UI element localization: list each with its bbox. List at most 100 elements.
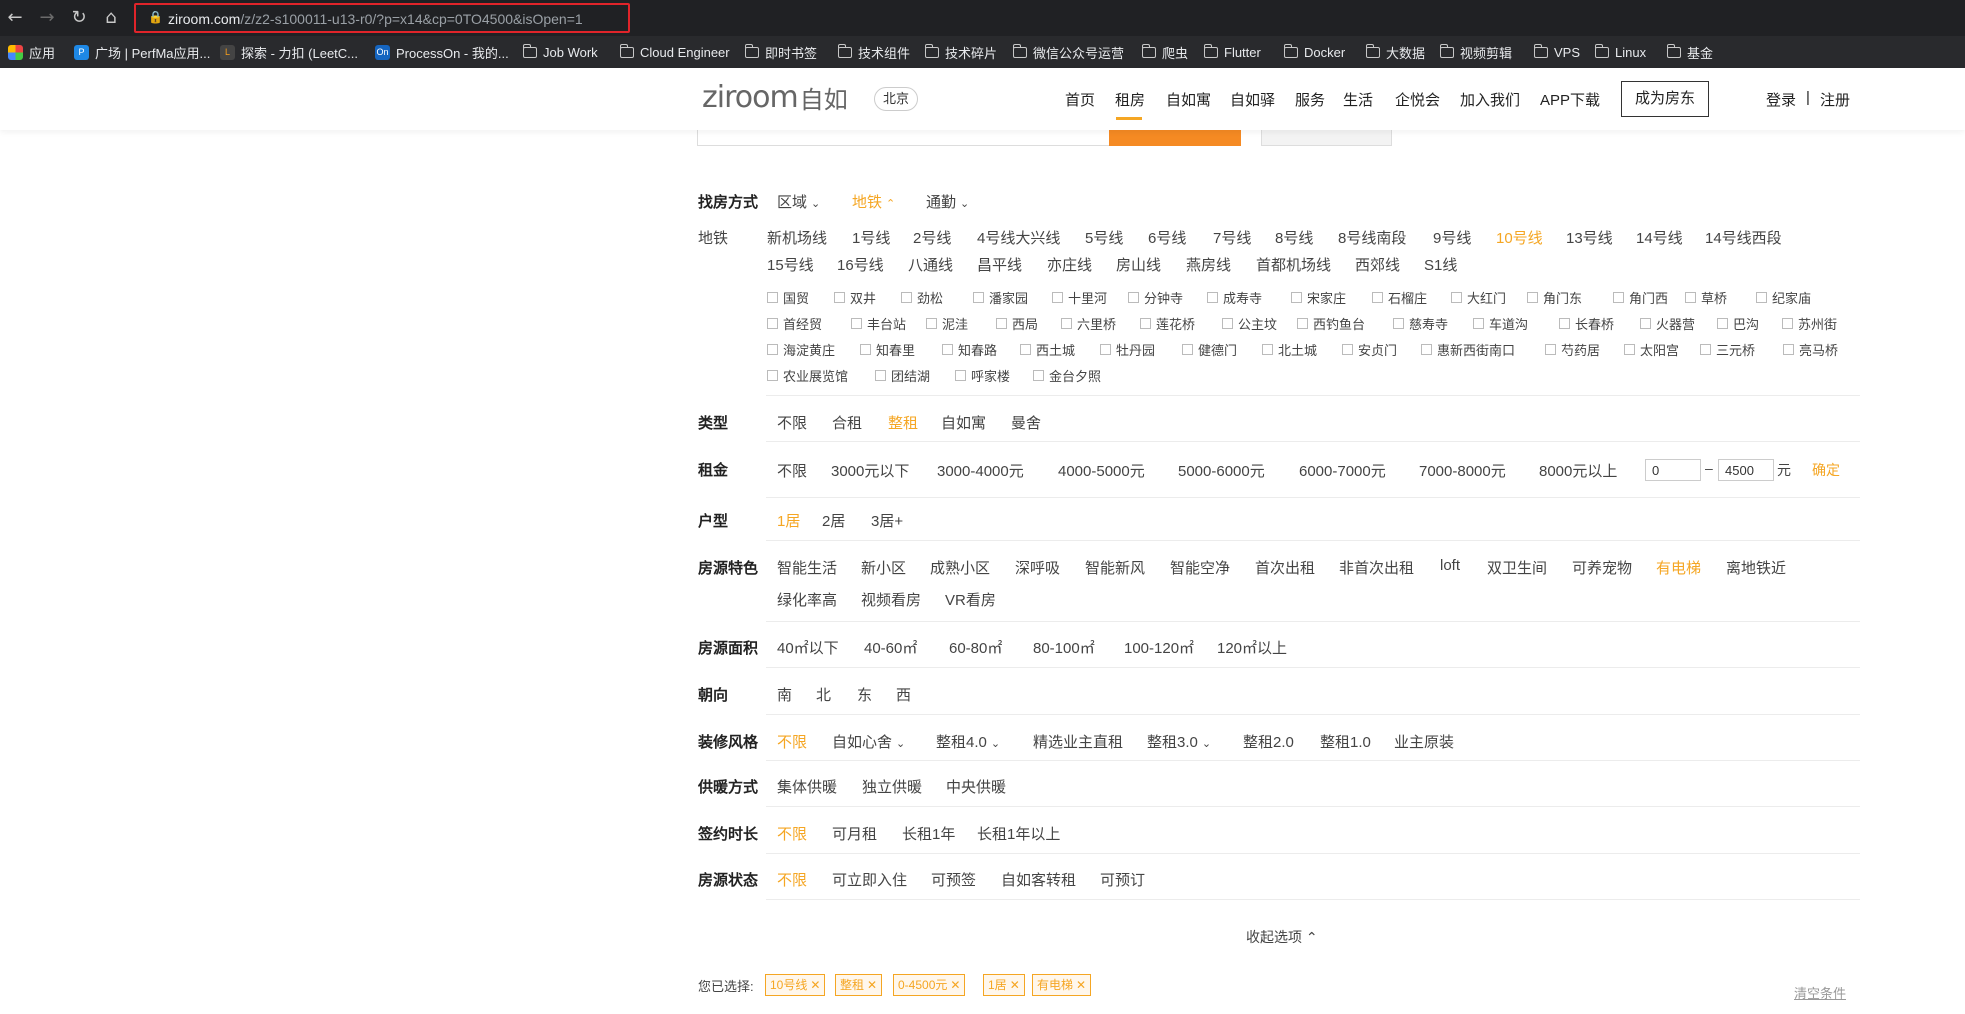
subway-line-5[interactable]: 6号线 (1148, 227, 1186, 248)
checkbox-icon[interactable] (1262, 344, 1273, 355)
checkbox-icon[interactable] (973, 292, 984, 303)
station-r2-6[interactable]: 公主坟 (1222, 314, 1277, 333)
nav-club[interactable]: 企悦会 (1395, 89, 1440, 110)
type-option-1[interactable]: 合租 (832, 412, 862, 433)
checkbox-icon[interactable] (1451, 292, 1462, 303)
checkbox-icon[interactable] (1421, 344, 1432, 355)
selected-chip-1[interactable]: 整租 ✕ (835, 974, 883, 996)
checkbox-icon[interactable] (767, 318, 778, 329)
orientation-option-3[interactable]: 西 (896, 684, 911, 705)
checkbox-icon[interactable] (767, 370, 778, 381)
lease-option-2[interactable]: 长租1年 (902, 823, 955, 844)
subway-line-2-5[interactable]: 房山线 (1116, 254, 1161, 275)
feature-option-6[interactable]: 首次出租 (1255, 557, 1315, 578)
heating-option-2[interactable]: 中央供暖 (946, 776, 1006, 797)
login-link[interactable]: 登录 (1766, 89, 1796, 110)
feature-option-3[interactable]: 深呼吸 (1015, 557, 1060, 578)
bookmark-perfma[interactable]: P 广场 | PerfMa应用... (74, 36, 210, 68)
bookmark-instant[interactable]: 即时书签 (744, 36, 817, 68)
feature-option-7[interactable]: 非首次出租 (1339, 557, 1414, 578)
checkbox-icon[interactable] (1128, 292, 1139, 303)
layout-option-1[interactable]: 2居 (822, 510, 845, 531)
subway-line-7[interactable]: 8号线 (1275, 227, 1313, 248)
checkbox-icon[interactable] (1052, 292, 1063, 303)
bookmark-tech-components[interactable]: 技术组件 (837, 36, 910, 68)
station-r3-2[interactable]: 知春路 (942, 340, 997, 359)
back-icon[interactable]: ← (4, 7, 26, 29)
bookmark-cloud-engineer[interactable]: Cloud Engineer (619, 36, 730, 68)
feature-option-11[interactable]: 有电梯 (1656, 557, 1701, 578)
station-r4-1[interactable]: 团结湖 (875, 366, 930, 385)
station-r4-2[interactable]: 呼家楼 (955, 366, 1010, 385)
decoration-option-3[interactable]: 精选业主直租 (1033, 731, 1123, 752)
nav-ziroom-apartment[interactable]: 自如寓 (1166, 89, 1211, 110)
ziroom-logo[interactable]: ziroom 自如 (702, 80, 848, 115)
area-option-0[interactable]: 40㎡以下 (777, 637, 839, 658)
station-r3-5[interactable]: 健德门 (1182, 340, 1237, 359)
close-icon[interactable]: ✕ (867, 978, 877, 992)
feature-option-10[interactable]: 可养宠物 (1572, 557, 1632, 578)
checkbox-icon[interactable] (1061, 318, 1072, 329)
bookmark-video[interactable]: 视频剪辑 (1439, 36, 1512, 68)
checkbox-icon[interactable] (1624, 344, 1635, 355)
subway-line-11[interactable]: 13号线 (1566, 227, 1613, 248)
station-r1-4[interactable]: 十里河 (1052, 288, 1107, 307)
feature-option-1[interactable]: 新小区 (861, 557, 906, 578)
nav-ziroom-station[interactable]: 自如驿 (1230, 89, 1275, 110)
subway-line-0[interactable]: 新机场线 (767, 227, 827, 248)
bookmark-wechat[interactable]: 微信公众号运营 (1012, 36, 1124, 68)
orientation-option-1[interactable]: 北 (816, 684, 831, 705)
subway-line-6[interactable]: 7号线 (1213, 227, 1251, 248)
checkbox-icon[interactable] (767, 292, 778, 303)
checkbox-icon[interactable] (1640, 318, 1651, 329)
checkbox-icon[interactable] (834, 292, 845, 303)
close-icon[interactable]: ✕ (1010, 978, 1020, 992)
subway-line-2[interactable]: 2号线 (913, 227, 951, 248)
heating-option-0[interactable]: 集体供暖 (777, 776, 837, 797)
station-r1-6[interactable]: 成寿寺 (1207, 288, 1262, 307)
checkbox-icon[interactable] (860, 344, 871, 355)
rent-option-4[interactable]: 5000-6000元 (1178, 460, 1265, 481)
checkbox-icon[interactable] (875, 370, 886, 381)
checkbox-icon[interactable] (1527, 292, 1538, 303)
bookmark-apps[interactable]: 应用 (8, 36, 55, 68)
clear-conditions-link[interactable]: 清空条件 (1794, 983, 1846, 1002)
orientation-option-0[interactable]: 南 (777, 684, 792, 705)
subway-line-2-7[interactable]: 首都机场线 (1256, 254, 1331, 275)
station-r1-0[interactable]: 国贸 (767, 288, 809, 307)
checkbox-icon[interactable] (996, 318, 1007, 329)
area-option-2[interactable]: 60-80㎡ (949, 637, 1002, 658)
feature-option-2-0[interactable]: 绿化率高 (777, 589, 837, 610)
station-r3-0[interactable]: 海淀黄庄 (767, 340, 835, 359)
close-icon[interactable]: ✕ (950, 978, 960, 992)
type-option-4[interactable]: 曼舍 (1011, 412, 1041, 433)
rent-option-3[interactable]: 4000-5000元 (1058, 460, 1145, 481)
nav-app-download[interactable]: APP下载 (1540, 89, 1600, 110)
checkbox-icon[interactable] (1020, 344, 1031, 355)
checkbox-icon[interactable] (1291, 292, 1302, 303)
nav-join-us[interactable]: 加入我们 (1460, 89, 1520, 110)
feature-option-0[interactable]: 智能生活 (777, 557, 837, 578)
subway-line-2-6[interactable]: 燕房线 (1186, 254, 1231, 275)
forward-icon[interactable]: → (36, 7, 58, 29)
nav-home[interactable]: 首页 (1065, 89, 1095, 110)
bookmark-linux[interactable]: Linux (1594, 36, 1646, 68)
station-r1-13[interactable]: 纪家庙 (1756, 288, 1811, 307)
station-r2-8[interactable]: 慈寿寺 (1393, 314, 1448, 333)
station-r3-12[interactable]: 亮马桥 (1783, 340, 1838, 359)
status-option-0[interactable]: 不限 (777, 869, 807, 890)
subway-line-2-0[interactable]: 15号线 (767, 254, 814, 275)
subway-line-3[interactable]: 4号线大兴线 (977, 227, 1060, 248)
station-r3-6[interactable]: 北土城 (1262, 340, 1317, 359)
checkbox-icon[interactable] (1559, 318, 1570, 329)
bookmark-vps[interactable]: VPS (1533, 36, 1580, 68)
rent-option-7[interactable]: 8000元以上 (1539, 460, 1617, 481)
checkbox-icon[interactable] (1700, 344, 1711, 355)
decoration-option-0[interactable]: 不限 (777, 731, 807, 752)
checkbox-icon[interactable] (1782, 318, 1793, 329)
rent-confirm-button[interactable]: 确定 (1812, 460, 1840, 480)
checkbox-icon[interactable] (942, 344, 953, 355)
checkbox-icon[interactable] (1756, 292, 1767, 303)
checkbox-icon[interactable] (1222, 318, 1233, 329)
checkbox-icon[interactable] (1372, 292, 1383, 303)
